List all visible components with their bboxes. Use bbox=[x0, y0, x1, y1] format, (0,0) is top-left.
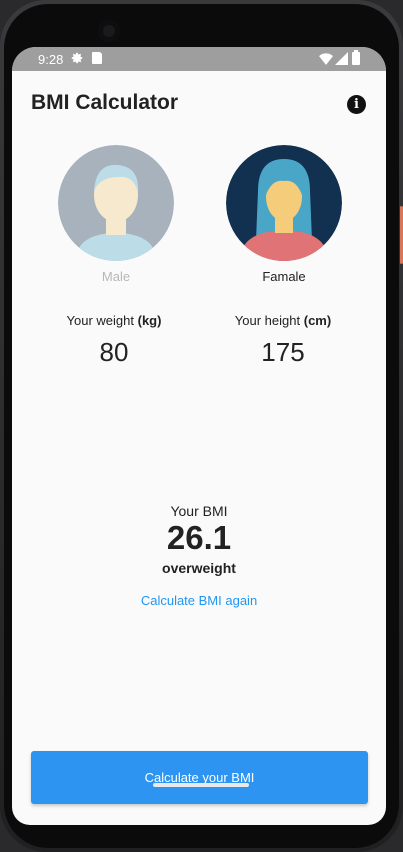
female-avatar[interactable] bbox=[226, 145, 342, 261]
weight-label: Your weight (kg) bbox=[39, 313, 189, 328]
battery-icon bbox=[352, 50, 360, 65]
bmi-value: 26.1 bbox=[166, 519, 232, 556]
male-label[interactable]: Male bbox=[58, 269, 174, 284]
bmi-status: overweight bbox=[162, 560, 236, 576]
height-unit: (cm) bbox=[303, 313, 332, 328]
info-icon[interactable]: i bbox=[347, 95, 366, 114]
page-title: BMI Calculator bbox=[31, 91, 179, 114]
home-indicator[interactable] bbox=[153, 783, 249, 787]
calculate-bmi-button[interactable]: Calculate your BMI bbox=[31, 751, 368, 804]
height-value[interactable]: 175 bbox=[208, 337, 358, 368]
male-avatar[interactable] bbox=[58, 145, 174, 261]
weight-unit: (kg) bbox=[137, 313, 162, 328]
wifi-icon bbox=[319, 53, 333, 68]
height-label: Your height (cm) bbox=[208, 313, 358, 328]
status-time: 9:28 bbox=[38, 52, 64, 67]
signal-icon bbox=[335, 52, 348, 68]
female-label[interactable]: Famale bbox=[226, 269, 342, 284]
bmi-title: Your BMI bbox=[170, 503, 228, 519]
weight-value[interactable]: 80 bbox=[39, 337, 189, 368]
sd-card-icon bbox=[92, 52, 102, 64]
phone-frame: 9:28 BMI Calculator i Male Famale Your w… bbox=[0, 0, 403, 852]
gear-icon bbox=[70, 51, 84, 68]
weight-label-text: Your weight bbox=[66, 313, 134, 328]
calculate-again-link[interactable]: Calculate BMI again bbox=[12, 593, 386, 608]
height-label-text: Your height bbox=[234, 313, 301, 328]
app-bar: BMI Calculator i bbox=[12, 71, 386, 131]
screen: 9:28 BMI Calculator i Male Famale Your w… bbox=[12, 47, 386, 825]
status-bar: 9:28 bbox=[12, 47, 386, 71]
camera-icon bbox=[98, 20, 120, 42]
